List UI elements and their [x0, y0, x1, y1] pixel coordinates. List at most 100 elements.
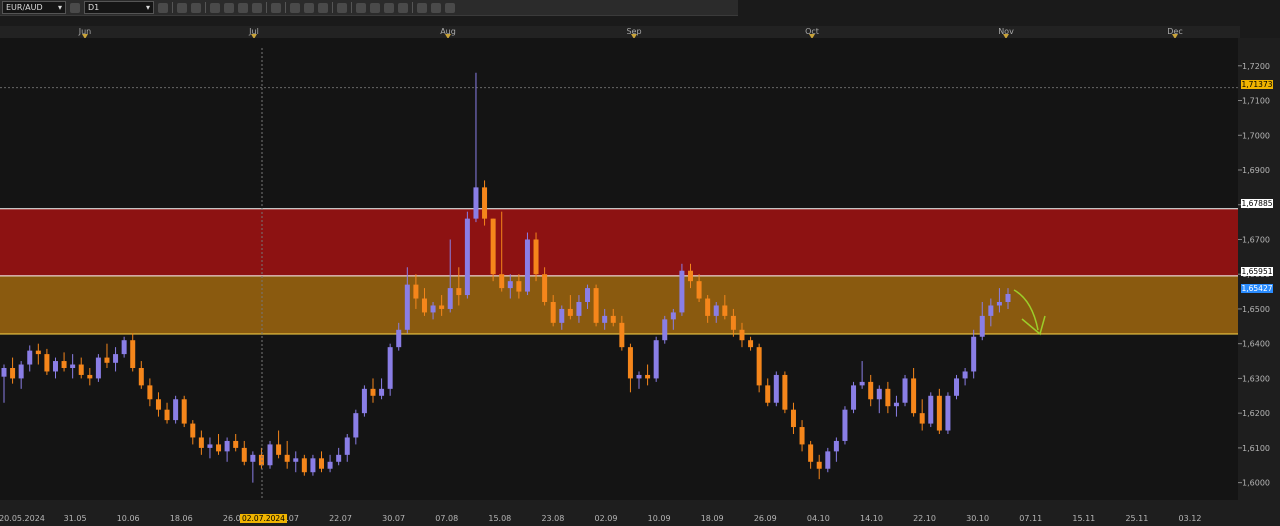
toolbar-divider — [285, 2, 286, 13]
candle-body — [250, 454, 256, 462]
candle-body — [962, 371, 968, 379]
pencil-icon[interactable] — [337, 2, 347, 13]
palette-icon[interactable] — [304, 2, 314, 13]
image-icon[interactable] — [356, 2, 366, 13]
zoom-out-icon[interactable] — [224, 2, 234, 13]
candle-body — [344, 437, 350, 455]
list-icon[interactable] — [384, 2, 394, 13]
candle-body — [876, 388, 882, 400]
candle-body — [52, 361, 58, 372]
timeframe-value: D1 — [88, 3, 100, 12]
zone-top-price-tag: 1,67885 — [1241, 199, 1273, 208]
bar-style-icon[interactable] — [191, 2, 201, 13]
toolbar-divider — [172, 2, 173, 13]
candle-body — [1, 368, 7, 377]
x-tick-label: 18.06 — [170, 514, 193, 523]
instrument-icon[interactable] — [70, 2, 80, 13]
candle-body — [782, 374, 788, 410]
candle-body — [602, 315, 608, 323]
candle-body — [27, 350, 33, 365]
candle-body — [559, 308, 565, 323]
candle-body — [585, 288, 591, 302]
toolbar-divider — [266, 2, 267, 13]
candle-body — [147, 385, 153, 400]
candle-body — [610, 315, 616, 323]
zoom-in-icon[interactable] — [210, 2, 220, 13]
x-tick-label: 02.09 — [595, 514, 618, 523]
circle-icon[interactable] — [417, 2, 427, 13]
candle-body — [241, 447, 247, 462]
candle-body — [327, 461, 333, 469]
candle-body — [516, 281, 522, 292]
draw-text-icon[interactable] — [271, 2, 281, 13]
line-chart-icon[interactable] — [158, 2, 168, 13]
candle-body — [181, 399, 187, 424]
cursor-icon[interactable] — [252, 2, 262, 13]
chart-toolbar: EUR/AUD ▾ D1 ▾ — [0, 0, 738, 16]
y-tick-label: 1,6100 — [1242, 444, 1270, 453]
candle-style-icon[interactable] — [177, 2, 187, 13]
candle-body — [370, 388, 376, 396]
candle-body — [353, 413, 359, 438]
candle-body — [310, 458, 316, 473]
candle-body — [705, 298, 711, 316]
candle-body — [421, 298, 427, 313]
tools-icon[interactable] — [370, 2, 380, 13]
candle-body — [533, 239, 539, 275]
y-tick-label: 1,6700 — [1242, 235, 1270, 244]
x-tick-label: 15.11 — [1072, 514, 1095, 523]
candlestick-chart[interactable]: 1,60001,61001,62001,63001,64001,65001,66… — [0, 38, 1280, 526]
x-tick-label: 23.08 — [541, 514, 564, 523]
symbol-select[interactable]: EUR/AUD ▾ — [2, 1, 66, 14]
candle-body — [945, 395, 951, 431]
candle-body — [267, 444, 273, 466]
candle-body — [293, 458, 299, 462]
y-tick-label: 1,7100 — [1242, 97, 1270, 106]
candle-body — [361, 388, 367, 414]
candle-body — [670, 312, 676, 320]
candle-body — [790, 409, 796, 428]
x-tick-label: 07.11 — [1019, 514, 1042, 523]
chevron-down-icon: ▾ — [57, 3, 62, 12]
candle-body — [593, 288, 599, 323]
x-tick-label: 10.09 — [648, 514, 671, 523]
x-tick-label: 22.10 — [913, 514, 936, 523]
grid-icon[interactable] — [445, 2, 455, 13]
eraser-icon[interactable] — [431, 2, 441, 13]
candle-body — [842, 409, 848, 441]
crosshair-icon[interactable] — [238, 2, 248, 13]
settings-icon[interactable] — [290, 2, 300, 13]
timeframe-select[interactable]: D1 ▾ — [84, 1, 154, 14]
x-tick-label: 31.05 — [64, 514, 87, 523]
candle-body — [653, 340, 659, 379]
candle-body — [258, 454, 264, 466]
candle-body — [885, 388, 891, 407]
y-tick-label: 1,6200 — [1242, 409, 1270, 418]
globe-icon[interactable] — [318, 2, 328, 13]
x-tick-label: 10.06 — [117, 514, 140, 523]
candle-body — [739, 329, 745, 341]
check-icon[interactable] — [398, 2, 408, 13]
current-price-tag: 1,65427 — [1241, 284, 1273, 293]
candle-body — [87, 374, 93, 379]
candle-body — [155, 399, 161, 410]
candle-body — [713, 305, 719, 316]
toolbar-divider — [332, 2, 333, 13]
candle-body — [430, 305, 436, 313]
y-tick-label: 1,7200 — [1242, 62, 1270, 71]
x-tick-label: 30.10 — [966, 514, 989, 523]
zone-red — [0, 208, 1238, 276]
x-tick-label: 04.10 — [807, 514, 830, 523]
candle-body — [473, 187, 479, 219]
high-price-tag: 1,71373 — [1241, 80, 1273, 89]
candle-body — [799, 427, 805, 445]
candle-body — [893, 402, 899, 407]
x-tick-label: 14.10 — [860, 514, 883, 523]
candle-body — [413, 284, 419, 299]
candle-body — [70, 364, 76, 368]
candle-body — [78, 364, 84, 375]
candle-body — [996, 302, 1002, 306]
candle-body — [679, 270, 685, 313]
y-tick-label: 1,6500 — [1242, 305, 1270, 314]
candle-body — [954, 378, 960, 396]
